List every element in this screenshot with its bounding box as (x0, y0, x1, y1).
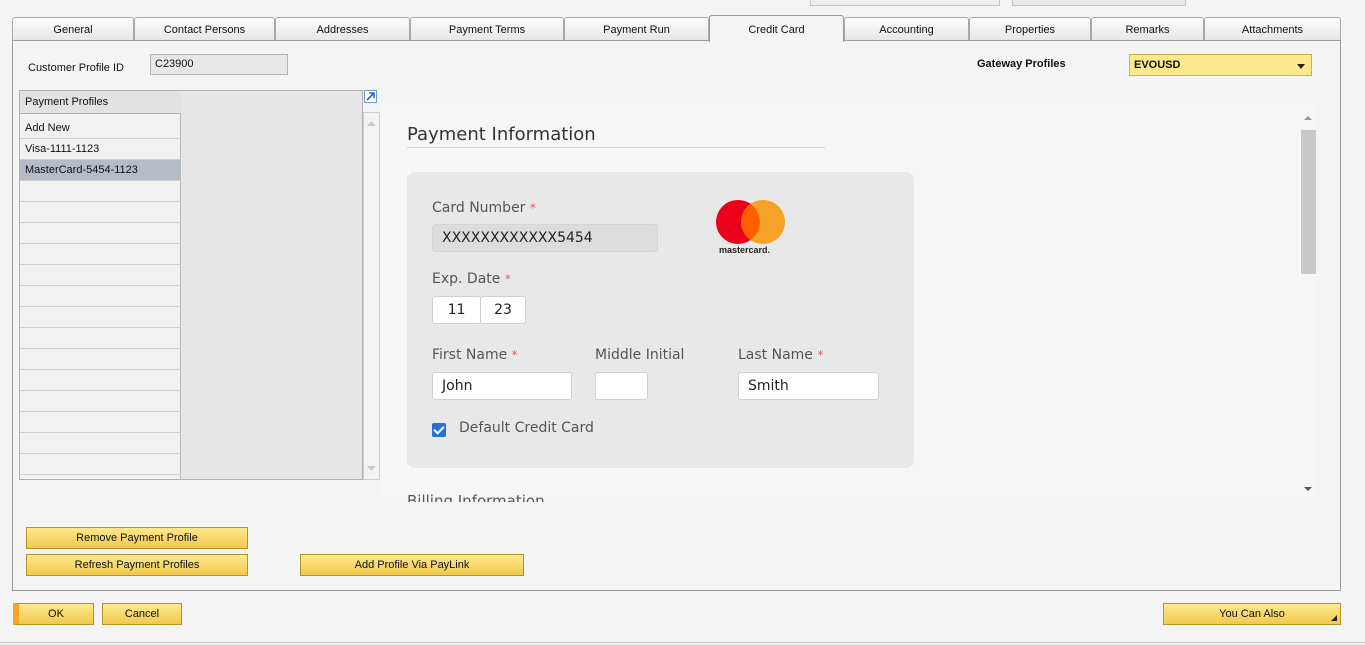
refresh-payment-profiles-button[interactable]: Refresh Payment Profiles (26, 554, 248, 576)
customer-profile-field[interactable]: C23900 (150, 54, 288, 75)
list-item[interactable] (20, 202, 181, 223)
default-card-checkbox[interactable] (432, 423, 446, 437)
top-field-remnant (1012, 0, 1186, 6)
list-item[interactable] (20, 370, 181, 391)
scroll-down-icon (1304, 487, 1312, 491)
card-brand-label: mastercard. (719, 245, 771, 255)
list-item[interactable] (20, 433, 181, 454)
list-item[interactable] (20, 286, 181, 307)
middle-initial-field[interactable] (595, 372, 648, 400)
first-name-label: First Name * (432, 347, 518, 363)
scroll-up-icon (367, 121, 376, 126)
list-item[interactable] (20, 454, 181, 475)
content-scrollbar[interactable] (1298, 110, 1318, 500)
top-field-remnant (810, 0, 1000, 6)
chevron-down-icon (1297, 64, 1305, 69)
tab-general[interactable]: General (12, 17, 134, 41)
list-item[interactable] (20, 223, 181, 244)
list-item[interactable]: MasterCard-5454-1123 (20, 160, 181, 181)
scroll-down-icon (367, 466, 376, 471)
tab-addresses[interactable]: Addresses (275, 17, 410, 41)
list-item[interactable] (20, 181, 181, 202)
payment-profiles-grid: Payment Profiles Add New Visa-1111-1123 … (19, 90, 363, 480)
scroll-thumb[interactable] (1301, 130, 1316, 274)
middle-initial-label: Middle Initial (595, 347, 685, 363)
grid-empty-area (181, 91, 362, 479)
list-item[interactable] (20, 244, 181, 265)
tab-accounting[interactable]: Accounting (844, 17, 969, 41)
remove-payment-profile-button[interactable]: Remove Payment Profile (26, 527, 248, 549)
card-number-field[interactable]: XXXXXXXXXXXX5454 (432, 224, 658, 252)
billing-info-title: Billing Information (407, 492, 545, 502)
mastercard-logo: mastercard. (715, 200, 793, 258)
list-item[interactable] (20, 412, 181, 433)
list-item[interactable] (20, 265, 181, 286)
cancel-button[interactable]: Cancel (102, 603, 182, 625)
default-card-label: Default Credit Card (459, 420, 594, 436)
tab-bar: General Contact Persons Addresses Paymen… (12, 15, 1341, 42)
window-bottom-border (0, 642, 1365, 643)
exp-date-label: Exp. Date * (432, 271, 511, 287)
corner-arrow-icon (1331, 615, 1337, 621)
tab-payment-terms[interactable]: Payment Terms (410, 17, 564, 41)
card-number-label: Card Number * (432, 200, 536, 216)
ok-button[interactable]: OK (13, 603, 94, 625)
tab-credit-card[interactable]: Credit Card (709, 15, 844, 42)
divider (407, 147, 825, 148)
payment-card-form: Card Number * XXXXXXXXXXXX5454 mastercar… (407, 172, 914, 468)
gateway-profiles-select[interactable]: EVOUSD (1129, 54, 1312, 76)
list-item[interactable] (20, 328, 181, 349)
section-title: Payment Information (407, 124, 596, 145)
first-name-field[interactable]: John (432, 372, 572, 400)
mastercard-icon (716, 200, 785, 244)
you-can-also-button[interactable]: You Can Also (1163, 603, 1341, 625)
list-item[interactable] (20, 391, 181, 412)
last-name-field[interactable]: Smith (738, 372, 879, 400)
tab-properties[interactable]: Properties (969, 17, 1091, 41)
customer-profile-label: Customer Profile ID (28, 62, 124, 74)
tab-remarks[interactable]: Remarks (1091, 17, 1204, 41)
exp-month-field[interactable]: 11 (432, 296, 481, 324)
grid-header: Payment Profiles (20, 91, 181, 114)
list-item[interactable]: Visa-1111-1123 (20, 139, 181, 160)
tab-attachments[interactable]: Attachments (1204, 17, 1341, 41)
gateway-profiles-label: Gateway Profiles (977, 58, 1066, 70)
grid-scrollbar[interactable] (363, 112, 380, 480)
list-item[interactable] (20, 349, 181, 370)
list-item[interactable]: Add New (20, 118, 181, 139)
last-name-label: Last Name * (738, 347, 824, 363)
list-item[interactable] (20, 307, 181, 328)
tab-contact-persons[interactable]: Contact Persons (134, 17, 275, 41)
expand-icon[interactable] (364, 90, 377, 103)
tab-payment-run[interactable]: Payment Run (564, 17, 709, 41)
add-profile-via-paylink-button[interactable]: Add Profile Via PayLink (300, 554, 524, 576)
payment-info-view: Payment Information Card Number * XXXXXX… (382, 104, 1317, 502)
exp-year-field[interactable]: 23 (480, 296, 526, 324)
scroll-up-icon (1304, 116, 1312, 120)
